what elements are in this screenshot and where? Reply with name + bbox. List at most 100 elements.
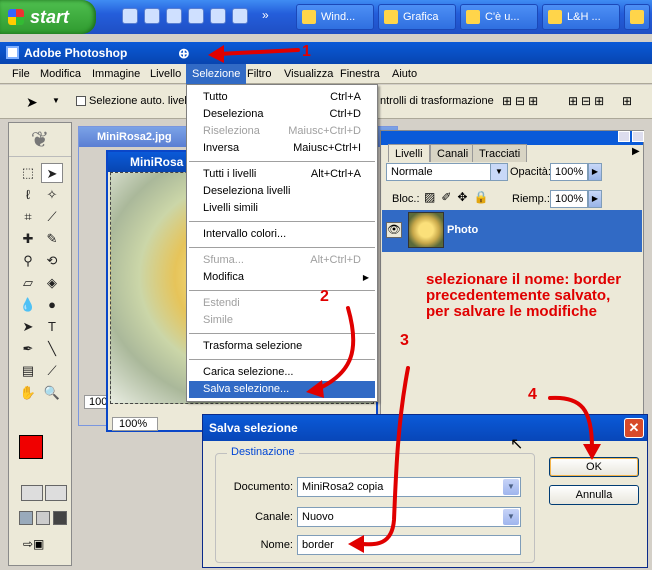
screen-mode-icon[interactable]: [19, 511, 33, 525]
taskbar-button[interactable]: F: [624, 4, 650, 30]
quicklaunch-icon[interactable]: [232, 8, 248, 24]
crop-tool-icon[interactable]: ⌗: [17, 207, 39, 227]
eyedropper-icon[interactable]: ⟋: [41, 361, 63, 381]
quicklaunch-icon[interactable]: [144, 8, 160, 24]
hand-tool-icon[interactable]: ✋: [17, 383, 39, 403]
menu-item-carica-selezione[interactable]: Carica selezione...: [189, 364, 375, 381]
menu-item-modifica[interactable]: Modifica ▶: [189, 269, 375, 286]
chevron-right-icon[interactable]: ▶: [588, 190, 602, 208]
menu-filtro[interactable]: Filtro: [241, 64, 277, 84]
quicklaunch-icon[interactable]: [210, 8, 226, 24]
panel-menu-icon[interactable]: ▶: [632, 146, 640, 157]
chevron-right-icon[interactable]: ▶: [588, 163, 602, 181]
app-title-bar: Adobe Photoshop: [0, 42, 652, 64]
menu-file[interactable]: File: [6, 64, 36, 84]
distribute-icon[interactable]: ⊞: [622, 94, 632, 108]
taskbar-button[interactable]: C'è u...: [460, 4, 538, 30]
menu-item-trasforma-selezione[interactable]: Trasforma selezione: [189, 338, 375, 355]
opacity-input[interactable]: 100%: [550, 163, 588, 181]
quick-mask-icon[interactable]: [45, 485, 67, 501]
menu-visualizza[interactable]: Visualizza: [278, 64, 339, 84]
screen-mode-icon[interactable]: [53, 511, 67, 525]
dialog-title-bar: Salva selezione: [203, 415, 647, 441]
taskbar-button[interactable]: Wind...: [296, 4, 374, 30]
distribute-icons[interactable]: ⊞⊟⊞: [568, 94, 607, 108]
screen-mode-icon[interactable]: [36, 511, 50, 525]
menu-item-tutto[interactable]: Tutto Ctrl+A: [189, 89, 375, 106]
quicklaunch-icon[interactable]: [122, 8, 138, 24]
opacity-label: Opacità:: [510, 166, 551, 178]
chevron-down-icon[interactable]: ▼: [52, 96, 60, 105]
zoom-level[interactable]: 100%: [112, 417, 158, 431]
menu-livello[interactable]: Livello: [144, 64, 187, 84]
type-tool-icon[interactable]: T: [41, 317, 63, 337]
menu-separator: [189, 161, 375, 162]
menu-item-intervallo-colori[interactable]: Intervallo colori...: [189, 226, 375, 243]
tab-canali[interactable]: Canali: [430, 144, 476, 162]
blur-tool-icon[interactable]: 💧: [17, 295, 39, 315]
menu-selezione[interactable]: Selezione: [186, 64, 247, 84]
quicklaunch-icon[interactable]: [166, 8, 182, 24]
minimize-icon[interactable]: [618, 131, 630, 142]
taskbar-button[interactable]: L&H ...: [542, 4, 620, 30]
pen-tool-icon[interactable]: ✒: [17, 339, 39, 359]
notes-tool-icon[interactable]: ▤: [17, 361, 39, 381]
clone-stamp-icon[interactable]: ⚲: [17, 251, 39, 271]
menu-item-deseleziona-livelli[interactable]: Deseleziona livelli: [189, 183, 375, 200]
marquee-tool-icon[interactable]: ⬚: [17, 163, 39, 183]
taskbar-button[interactable]: Grafica: [378, 4, 456, 30]
slice-tool-icon[interactable]: ⟋: [41, 207, 63, 227]
close-icon[interactable]: [632, 131, 644, 142]
menu-item-deseleziona[interactable]: Deseleziona Ctrl+D: [189, 106, 375, 123]
chevron-down-icon[interactable]: ▼: [490, 163, 508, 181]
quicklaunch-icon[interactable]: [188, 8, 204, 24]
healing-brush-icon[interactable]: ✚: [17, 229, 39, 249]
menu-separator: [189, 359, 375, 360]
lasso-tool-icon[interactable]: ℓ: [17, 185, 39, 205]
lock-icons[interactable]: ▨✐✥🔒: [424, 190, 494, 204]
chevron-down-icon[interactable]: »: [262, 8, 269, 22]
history-brush-icon[interactable]: ⟲: [41, 251, 63, 271]
menu-immagine[interactable]: Immagine: [86, 64, 146, 84]
document-select[interactable]: MiniRosa2 copia ▼: [297, 477, 521, 497]
move-tool-icon[interactable]: ➤: [41, 163, 63, 183]
foreground-color-swatch[interactable]: [19, 435, 43, 459]
channel-select[interactable]: Nuovo ▼: [297, 507, 521, 527]
menu-modifica[interactable]: Modifica: [34, 64, 87, 84]
zoom-tool-icon[interactable]: 🔍: [41, 383, 63, 403]
document-title: MiniRosa2.jpg: [97, 131, 172, 143]
photoshop-logo-icon: [6, 46, 19, 59]
mouse-pointer-icon: ↖: [510, 436, 524, 453]
fill-input[interactable]: 100%: [550, 190, 588, 208]
eye-icon[interactable]: 👁: [386, 222, 402, 238]
brush-tool-icon[interactable]: ✎: [41, 229, 63, 249]
menu-item-tutti-livelli[interactable]: Tutti i livelli Alt+Ctrl+A: [189, 166, 375, 183]
annotation-number-2: 2: [320, 288, 329, 305]
auto-select-checkbox[interactable]: [76, 96, 86, 106]
menu-item-inversa[interactable]: Inversa Maiusc+Ctrl+I: [189, 140, 375, 157]
close-icon[interactable]: ✕: [624, 418, 644, 438]
menu-finestra[interactable]: Finestra: [334, 64, 386, 84]
tab-livelli[interactable]: Livelli: [388, 144, 430, 162]
path-select-icon[interactable]: ➤: [17, 317, 39, 337]
paint-bucket-icon[interactable]: ◈: [41, 273, 63, 293]
name-input[interactable]: border: [297, 535, 521, 555]
menu-aiuto[interactable]: Aiuto: [386, 64, 423, 84]
feather-icon: ❦: [9, 123, 71, 157]
menu-item-livelli-simili[interactable]: Livelli simili: [189, 200, 375, 217]
chevron-down-icon: ▼: [503, 479, 519, 495]
move-tool-icon[interactable]: ➤: [26, 94, 38, 111]
menu-item-salva-selezione[interactable]: Salva selezione...: [189, 381, 375, 398]
line-tool-icon[interactable]: ╲: [41, 339, 63, 359]
selezione-menu: Tutto Ctrl+A Deseleziona Ctrl+D Riselezion…: [186, 84, 378, 402]
tab-tracciati[interactable]: Tracciati: [472, 144, 528, 162]
standard-mode-icon[interactable]: [21, 485, 43, 501]
cancel-button[interactable]: Annulla: [549, 485, 639, 505]
ok-button[interactable]: OK: [549, 457, 639, 477]
magic-wand-icon[interactable]: ✧: [41, 185, 63, 205]
start-button[interactable]: start: [0, 0, 96, 34]
dodge-tool-icon[interactable]: ●: [41, 295, 63, 315]
imageready-icon[interactable]: ⇨▣: [23, 537, 63, 553]
eraser-tool-icon[interactable]: ▱: [17, 273, 39, 293]
align-icons[interactable]: ⊞⊟⊞: [502, 94, 541, 108]
